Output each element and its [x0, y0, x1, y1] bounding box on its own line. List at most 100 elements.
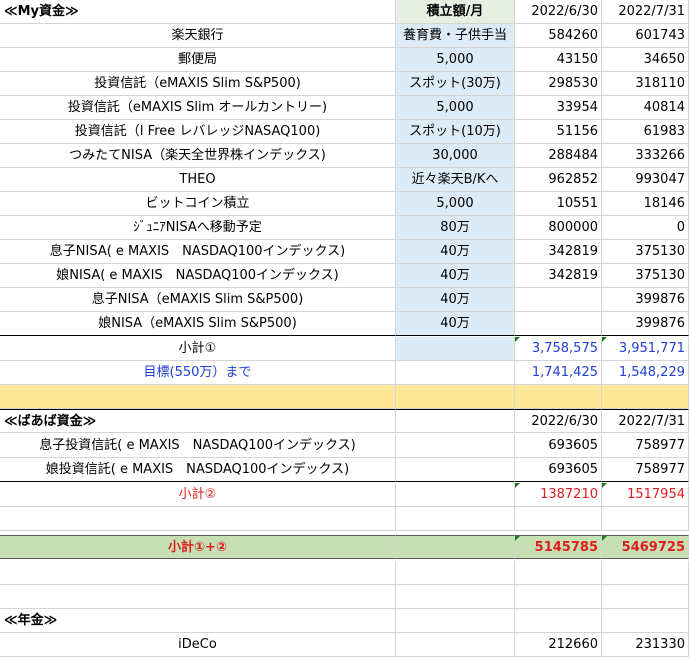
separator-cell[interactable]	[0, 385, 396, 409]
ideco-monthly[interactable]	[396, 633, 515, 657]
fund-monthly[interactable]: 5,000	[396, 48, 515, 72]
fund-value-2[interactable]: 399876	[602, 288, 689, 312]
subtotal2-monthly[interactable]	[396, 483, 515, 507]
fund-monthly[interactable]: 養育費・子供手当	[396, 24, 515, 48]
grandma-date2[interactable]: 2022/7/31	[602, 409, 689, 433]
fund-value-2[interactable]: 399876	[602, 312, 689, 336]
fund-name[interactable]: 息子NISA（eMAXIS Slim S&P500)	[0, 288, 396, 312]
fund-value-1[interactable]: 288484	[515, 144, 602, 168]
fund-name[interactable]: ビットコイン積立	[0, 192, 396, 216]
fund-monthly[interactable]: 40万	[396, 240, 515, 264]
subtotal1-value-2[interactable]: 3,951,771	[602, 337, 689, 361]
fund-value-1[interactable]: 800000	[515, 216, 602, 240]
empty-cell[interactable]	[396, 507, 515, 531]
total-monthly[interactable]	[396, 535, 515, 559]
grandma-date1[interactable]: 2022/6/30	[515, 409, 602, 433]
subtotal2-value-1[interactable]: 1387210	[515, 483, 602, 507]
grandma-fund-name[interactable]: 息子投資信託( e MAXIS NASDAQ100インデックス)	[0, 434, 396, 458]
target-monthly[interactable]	[396, 361, 515, 385]
fund-value-1[interactable]: 298530	[515, 72, 602, 96]
target-value-2[interactable]: 1,548,229	[602, 361, 689, 385]
ideco-value-2[interactable]: 231330	[602, 633, 689, 657]
fund-name[interactable]: 郵便局	[0, 48, 396, 72]
fund-name[interactable]: 娘NISA( e MAXIS NASDAQ100インデックス)	[0, 264, 396, 288]
fund-monthly[interactable]: スポット(10万)	[396, 120, 515, 144]
my-funds-title[interactable]: ≪My資金≫	[0, 0, 396, 24]
fund-name[interactable]: つみたてNISA（楽天全世界株インデックス)	[0, 144, 396, 168]
fund-value-1[interactable]	[515, 288, 602, 312]
fund-value-1[interactable]: 584260	[515, 24, 602, 48]
grandma-fund-value-1[interactable]: 693605	[515, 458, 602, 482]
fund-value-2[interactable]: 34650	[602, 48, 689, 72]
separator-cell[interactable]	[396, 385, 515, 409]
grandma-monthly-header[interactable]	[396, 409, 515, 433]
grandma-fund-monthly[interactable]	[396, 458, 515, 482]
total-value-1[interactable]: 5145785	[515, 535, 602, 559]
fund-name[interactable]: 投資信託（eMAXIS Slim S&P500)	[0, 72, 396, 96]
subtotal2-value-2[interactable]: 1517954	[602, 483, 689, 507]
fund-name[interactable]: 投資信託（eMAXIS Slim オールカントリー)	[0, 96, 396, 120]
fund-name[interactable]: 楽天銀行	[0, 24, 396, 48]
fund-name[interactable]: 投資信託（I Free レバレッジNASAQ100)	[0, 120, 396, 144]
fund-value-1[interactable]: 342819	[515, 240, 602, 264]
grandma-fund-value-1[interactable]: 693605	[515, 434, 602, 458]
fund-value-2[interactable]: 61983	[602, 120, 689, 144]
fund-value-1[interactable]: 342819	[515, 264, 602, 288]
empty-cell[interactable]	[0, 585, 396, 609]
fund-value-1[interactable]: 43150	[515, 48, 602, 72]
fund-monthly[interactable]: 5,000	[396, 96, 515, 120]
grandma-fund-name[interactable]: 娘投資信託( e MAXIS NASDAQ100インデックス)	[0, 458, 396, 482]
empty-cell[interactable]	[396, 561, 515, 585]
target-label[interactable]: 目標(550万）まで	[0, 361, 396, 385]
fund-value-1[interactable]: 33954	[515, 96, 602, 120]
date2-header[interactable]: 2022/7/31	[602, 0, 689, 24]
grandma-fund-value-2[interactable]: 758977	[602, 434, 689, 458]
subtotal2-label[interactable]: 小計②	[0, 483, 396, 507]
empty-cell[interactable]	[515, 609, 602, 633]
subtotal1-label[interactable]: 小計①	[0, 337, 396, 361]
total-label[interactable]: 小計①+②	[0, 535, 396, 559]
empty-cell[interactable]	[396, 609, 515, 633]
fund-monthly[interactable]: 近々楽天B/Kへ	[396, 168, 515, 192]
fund-monthly[interactable]: 40万	[396, 312, 515, 336]
empty-cell[interactable]	[602, 507, 689, 531]
fund-value-2[interactable]: 601743	[602, 24, 689, 48]
fund-name[interactable]: 息子NISA( e MAXIS NASDAQ100インデックス)	[0, 240, 396, 264]
fund-name[interactable]: 娘NISA（eMAXIS Slim S&P500)	[0, 312, 396, 336]
monthly-header[interactable]: 積立額/月	[396, 0, 515, 24]
subtotal1-value-1[interactable]: 3,758,575	[515, 337, 602, 361]
separator-cell[interactable]	[602, 385, 689, 409]
fund-monthly[interactable]: 40万	[396, 264, 515, 288]
empty-cell[interactable]	[602, 585, 689, 609]
empty-cell[interactable]	[396, 585, 515, 609]
ideco-value-1[interactable]: 212660	[515, 633, 602, 657]
grandma-title[interactable]: ≪ばあば資金≫	[0, 409, 396, 433]
fund-monthly[interactable]: 30,000	[396, 144, 515, 168]
fund-value-2[interactable]: 318110	[602, 72, 689, 96]
pension-title[interactable]: ≪年金≫	[0, 609, 396, 633]
ideco-name[interactable]: iDeCo	[0, 633, 396, 657]
empty-cell[interactable]	[0, 561, 396, 585]
empty-cell[interactable]	[0, 507, 396, 531]
fund-monthly[interactable]: 80万	[396, 216, 515, 240]
fund-value-1[interactable]	[515, 312, 602, 336]
fund-value-2[interactable]: 0	[602, 216, 689, 240]
fund-value-2[interactable]: 40814	[602, 96, 689, 120]
separator-cell[interactable]	[515, 385, 602, 409]
fund-value-2[interactable]: 993047	[602, 168, 689, 192]
empty-cell[interactable]	[602, 609, 689, 633]
fund-monthly[interactable]: スポット(30万)	[396, 72, 515, 96]
fund-monthly[interactable]: 40万	[396, 288, 515, 312]
fund-value-2[interactable]: 375130	[602, 264, 689, 288]
fund-value-2[interactable]: 375130	[602, 240, 689, 264]
fund-value-1[interactable]: 962852	[515, 168, 602, 192]
empty-cell[interactable]	[515, 507, 602, 531]
empty-cell[interactable]	[602, 561, 689, 585]
grandma-fund-value-2[interactable]: 758977	[602, 458, 689, 482]
fund-name[interactable]: THEO	[0, 168, 396, 192]
empty-cell[interactable]	[515, 585, 602, 609]
fund-value-2[interactable]: 333266	[602, 144, 689, 168]
target-value-1[interactable]: 1,741,425	[515, 361, 602, 385]
fund-value-2[interactable]: 18146	[602, 192, 689, 216]
subtotal1-monthly[interactable]	[396, 337, 515, 361]
